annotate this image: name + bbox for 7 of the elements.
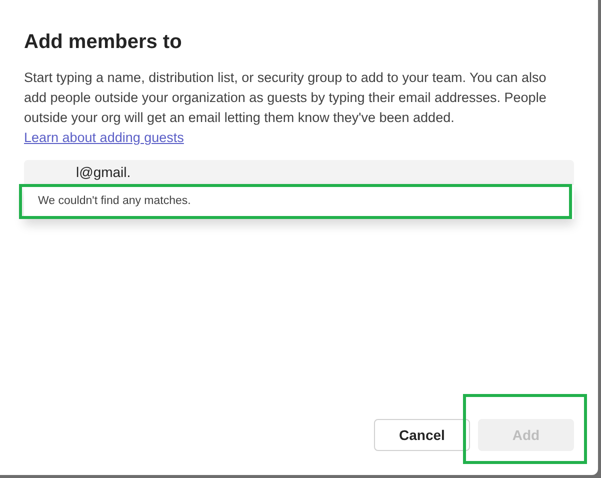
learn-more-link[interactable]: Learn about adding guests xyxy=(24,130,184,145)
no-matches-text: We couldn't find any matches. xyxy=(38,194,191,210)
people-input-field[interactable]: l@gmail. xyxy=(24,160,574,185)
input-value: l@gmail. xyxy=(76,163,131,182)
cancel-button[interactable]: Cancel xyxy=(374,419,470,451)
dialog-title: Add members to xyxy=(24,30,183,55)
description-text: Start typing a name, distribution list, or security group to add to your team. You can also add people outside your organization as guests by typing their email addresses. People outside your org will get an email letting them know they've been added. Learn about adding guests xyxy=(24,69,548,147)
